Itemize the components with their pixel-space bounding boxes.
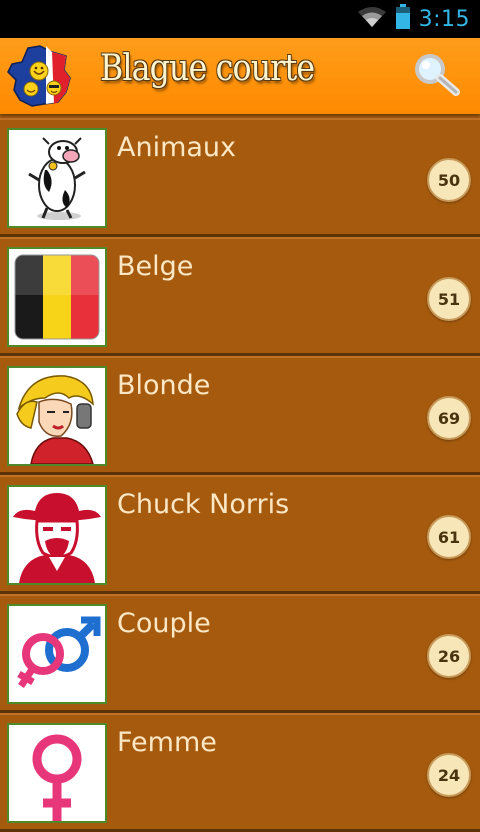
couple-symbols-icon xyxy=(7,604,107,704)
count-badge: 50 xyxy=(427,158,471,202)
list-item-label: Chuck Norris xyxy=(117,489,290,520)
list-item[interactable]: Animaux 50 xyxy=(0,118,480,237)
list-item[interactable]: Femme 24 xyxy=(0,713,480,832)
female-symbol-icon xyxy=(7,723,107,823)
list-item-label: Blonde xyxy=(117,370,211,401)
cow-icon xyxy=(7,128,107,228)
france-map-smiley-icon[interactable] xyxy=(6,44,76,108)
action-bar: Blague courte xyxy=(0,38,480,114)
count-badge: 24 xyxy=(427,753,471,797)
list-item-label: Femme xyxy=(117,727,217,758)
list-item-label: Couple xyxy=(117,608,211,639)
app-title: Blague courte xyxy=(100,48,315,89)
category-list: Animaux 50 Belge 51 Blonde 69 Chuck Norr… xyxy=(0,118,480,832)
count-badge: 51 xyxy=(427,277,471,321)
blonde-woman-icon xyxy=(7,366,107,466)
wifi-icon xyxy=(357,6,387,32)
magnifier-icon[interactable] xyxy=(412,54,464,102)
status-icons: 3:15 xyxy=(357,4,470,34)
count-badge: 26 xyxy=(427,634,471,678)
count-badge: 61 xyxy=(427,515,471,559)
list-item[interactable]: Couple 26 xyxy=(0,594,480,713)
chuck-norris-icon xyxy=(7,485,107,585)
list-item-label: Animaux xyxy=(117,132,237,163)
clock: 3:15 xyxy=(418,6,470,32)
battery-icon xyxy=(395,4,411,34)
list-item[interactable]: Chuck Norris 61 xyxy=(0,475,480,594)
list-item-label: Belge xyxy=(117,251,194,282)
list-item[interactable]: Blonde 69 xyxy=(0,356,480,475)
status-bar: 3:15 xyxy=(0,0,480,38)
count-badge: 69 xyxy=(427,396,471,440)
belgian-flag-icon xyxy=(7,247,107,347)
list-item[interactable]: Belge 51 xyxy=(0,237,480,356)
search-button[interactable] xyxy=(412,52,464,98)
